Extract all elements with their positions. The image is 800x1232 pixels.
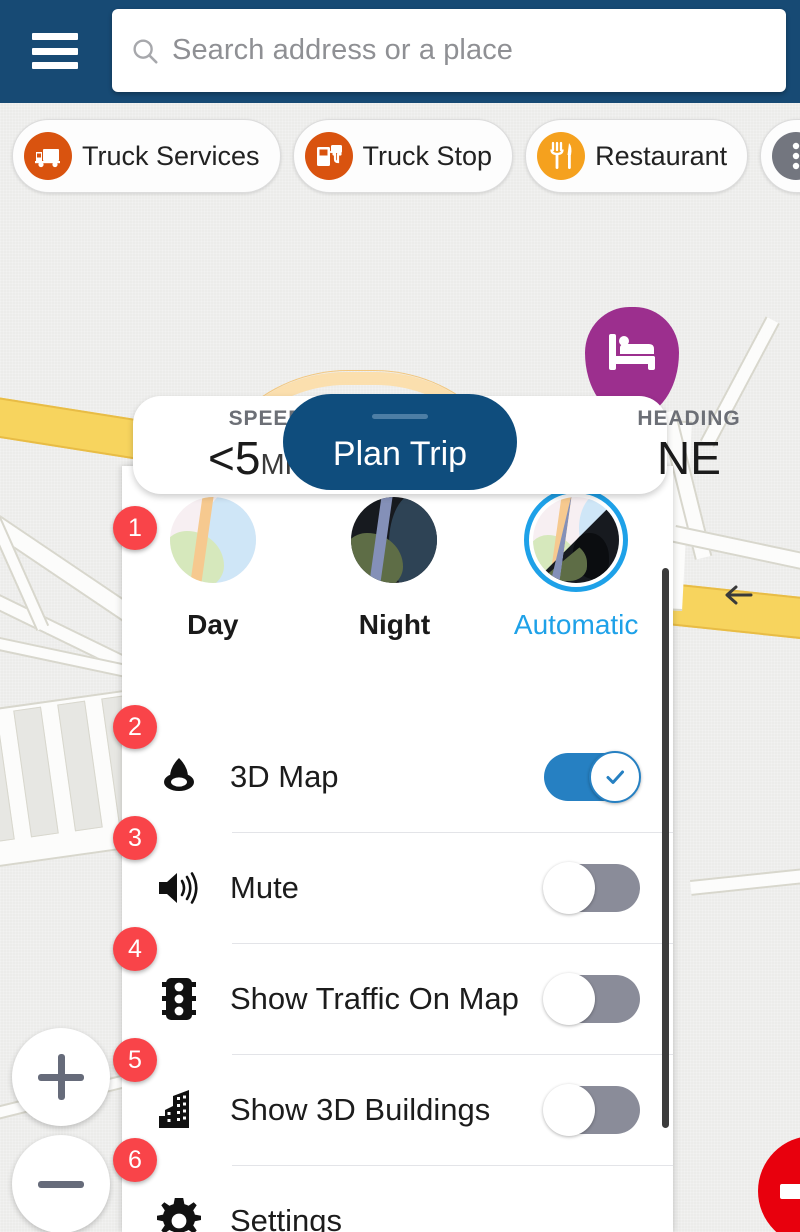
- hotel-bed-icon: [609, 334, 655, 370]
- trip-status-card: SPEED <5MPH Plan Trip HEADING NE: [133, 394, 740, 494]
- automatic-map-thumbnail: [533, 497, 620, 583]
- toggle-knob: [543, 861, 595, 914]
- theme-label: Night: [358, 609, 431, 640]
- search-icon: [133, 38, 158, 64]
- theme-thumb-wrap-selected: [524, 488, 629, 592]
- chip-label: Truck Stop: [362, 140, 493, 171]
- chip-restaurant[interactable]: Restaurant: [525, 119, 749, 193]
- step-badge-3: 3: [113, 816, 157, 860]
- step-badge-5: 5: [113, 1038, 157, 1082]
- row-mute[interactable]: Mute: [122, 832, 673, 943]
- chip-label: Restaurant: [595, 140, 728, 171]
- category-chip-row: Truck Services Truck Stop Restaurant: [12, 119, 800, 193]
- toggle-mute[interactable]: [543, 861, 640, 914]
- heading-label: HEADING: [637, 407, 741, 430]
- chip-truck-stop[interactable]: Truck Stop: [292, 119, 514, 193]
- zoom-in-button[interactable]: [12, 1028, 110, 1126]
- map-theme-selector: Day Night Automatic: [122, 488, 667, 641]
- theme-label: Day: [187, 609, 239, 640]
- row-3d-map[interactable]: 3D Map: [122, 721, 673, 832]
- row-show-traffic[interactable]: Show Traffic On Map: [122, 943, 673, 1054]
- toggle-3d-map[interactable]: [544, 750, 641, 803]
- night-map-thumbnail: [351, 497, 438, 583]
- toggle-knob: [589, 750, 641, 803]
- plan-trip-button[interactable]: Plan Trip: [283, 394, 517, 490]
- app-header: Search address or a place: [0, 0, 800, 103]
- traffic-light-icon: [150, 976, 208, 1022]
- panel-scrollbar[interactable]: [662, 568, 669, 1128]
- heading-value: NE: [657, 432, 721, 484]
- check-icon: [606, 770, 624, 784]
- app-root: Search address or a place Truck Services: [0, 0, 800, 1232]
- theme-option-night[interactable]: Night: [324, 488, 464, 641]
- day-map-thumbnail: [169, 497, 256, 583]
- chip-more[interactable]: More: [760, 119, 800, 193]
- hamburger-bar: [32, 33, 78, 40]
- row-settings[interactable]: Settings: [122, 1165, 673, 1232]
- toggle-knob: [543, 1083, 595, 1136]
- theme-option-day[interactable]: Day: [143, 488, 283, 641]
- theme-thumb-wrap: [161, 488, 265, 592]
- fab-glyph-icon: [780, 1184, 800, 1199]
- theme-thumb-wrap: [342, 488, 446, 592]
- plus-icon-vertical: [57, 1054, 65, 1100]
- row-label: Settings: [230, 1202, 343, 1232]
- row-label: Show Traffic On Map: [230, 980, 519, 1016]
- row-label: 3D Map: [230, 758, 339, 794]
- speaker-volume-icon: [150, 868, 208, 908]
- minus-icon: [38, 1180, 84, 1188]
- more-vertical-icon: [772, 132, 800, 180]
- hamburger-menu-icon[interactable]: [32, 29, 78, 73]
- search-input[interactable]: Search address or a place: [112, 9, 786, 92]
- row-label: Mute: [230, 869, 299, 905]
- step-badge-4: 4: [113, 927, 157, 971]
- zoom-out-button[interactable]: [12, 1135, 110, 1232]
- step-badge-6: 6: [113, 1138, 157, 1182]
- truck-icon: [24, 132, 72, 180]
- toggle-show-3d-buildings[interactable]: [543, 1083, 640, 1136]
- hamburger-bar: [32, 62, 78, 69]
- map-options-panel: Day Night Automatic 3D Map Mute Show Tra…: [122, 466, 673, 1232]
- drag-handle-icon[interactable]: [372, 414, 428, 419]
- gear-icon: [150, 1197, 208, 1232]
- toggle-knob: [543, 972, 595, 1025]
- hamburger-bar: [32, 47, 78, 55]
- search-placeholder-text: Search address or a place: [172, 34, 514, 66]
- theme-option-automatic[interactable]: Automatic: [506, 488, 646, 641]
- heading-readout: HEADING NE: [599, 407, 779, 481]
- buildings-icon: [150, 1088, 208, 1132]
- row-show-3d-buildings[interactable]: Show 3D Buildings: [122, 1054, 673, 1165]
- step-badge-2: 2: [113, 705, 157, 749]
- map-options-list: 3D Map Mute Show Traffic On Map Show 3D …: [122, 721, 673, 1232]
- chip-truck-services[interactable]: Truck Services: [12, 119, 281, 193]
- chip-label: Truck Services: [82, 140, 260, 171]
- row-label: Show 3D Buildings: [230, 1091, 491, 1127]
- plan-trip-label: Plan Trip: [332, 435, 468, 473]
- step-badge-1: 1: [113, 506, 157, 550]
- theme-label: Automatic: [513, 609, 639, 640]
- toggle-show-traffic[interactable]: [543, 972, 640, 1025]
- map-direction-arrow: [725, 585, 753, 605]
- fork-knife-icon: [537, 132, 586, 180]
- 3d-map-icon: [150, 756, 208, 798]
- speed-value: <5: [208, 432, 261, 484]
- fuel-pump-icon: [304, 132, 353, 180]
